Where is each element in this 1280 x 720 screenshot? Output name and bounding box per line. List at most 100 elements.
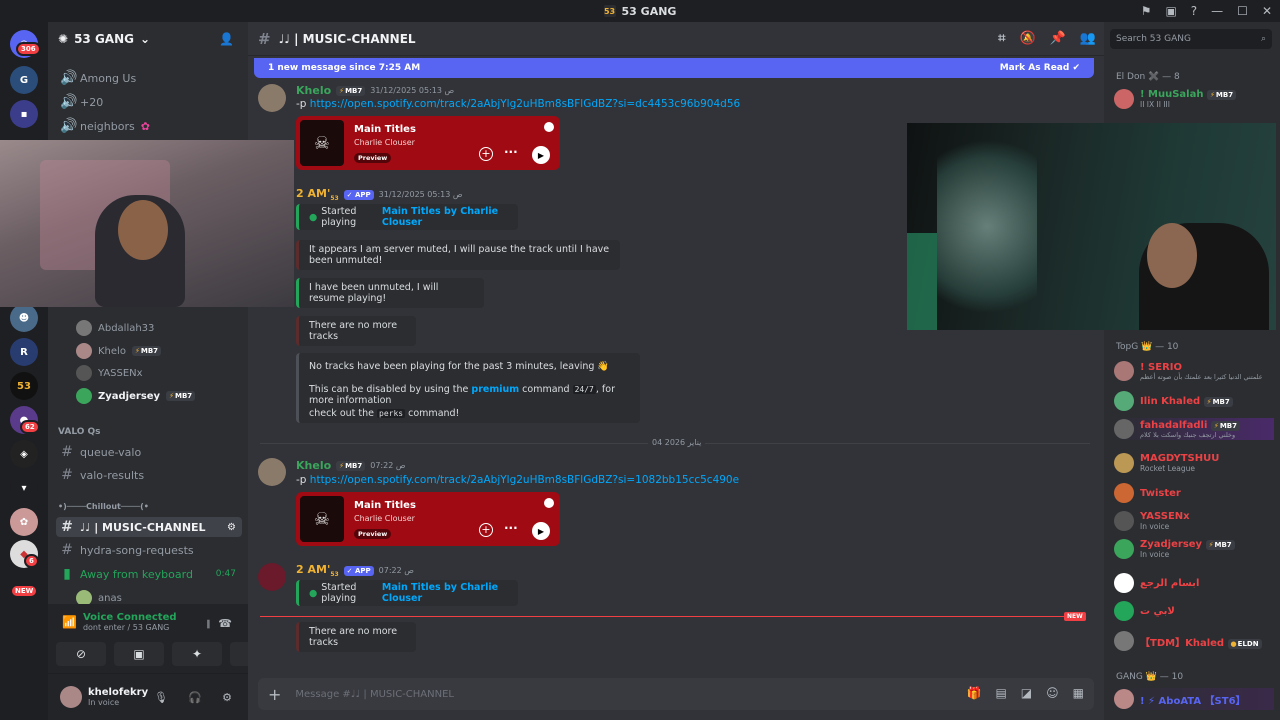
message-composer[interactable]: + Message #♩♩ | MUSIC-CHANNEL 🎁 ▤ ◪ ☺ ▦ <box>258 678 1094 710</box>
camera-button[interactable]: ⊘ <box>56 642 106 666</box>
maximize-icon[interactable]: ☐ <box>1237 4 1248 18</box>
voice-channel-among-us[interactable]: 🔊 Among Us <box>56 68 242 88</box>
embed-text: I have been unmuted, I will resume playi… <box>309 282 439 304</box>
attach-plus-icon[interactable]: + <box>268 685 281 704</box>
server-icon-character[interactable]: ☻ <box>10 304 38 332</box>
channel-valo-results[interactable]: # valo-results <box>56 465 242 485</box>
play-icon[interactable]: ▶ <box>532 146 550 164</box>
message-timestamp: 07:22 ص <box>378 566 414 576</box>
server-icon-bat[interactable]: ▾ <box>10 474 38 502</box>
voice-channel-neighbors[interactable]: 🔊 neighbors ✿ <box>56 116 242 136</box>
new-messages-bar[interactable]: 1 new message since 7:25 AM Mark As Read… <box>254 58 1094 78</box>
add-icon[interactable]: + <box>479 147 493 161</box>
spotify-url[interactable]: https://open.spotify.com/track/2aAbjYlg2… <box>310 98 740 110</box>
headphones-icon[interactable]: 🎧 <box>188 691 202 704</box>
message-avatar[interactable] <box>258 458 286 486</box>
category-valo[interactable]: VALO Qs <box>58 427 101 437</box>
message-author[interactable]: Khelo <box>296 459 331 472</box>
add-icon[interactable]: + <box>479 523 493 537</box>
premium-link[interactable]: premium <box>471 384 519 395</box>
emoji-icon[interactable]: ☺ <box>1046 686 1059 700</box>
avatar <box>76 343 92 359</box>
track-artist[interactable]: Charlie Clouser <box>354 514 415 523</box>
channel-music-channel[interactable]: # ♩♩ | MUSIC-CHANNEL ⚙ <box>56 517 242 537</box>
gift-icon[interactable]: 🎁 <box>967 686 982 700</box>
server-header[interactable]: ✺ 53 GANG ⌄ 👤 <box>48 22 248 56</box>
message-link[interactable]: -p https://open.spotify.com/track/2aAbjY… <box>296 98 740 110</box>
minimize-icon[interactable]: — <box>1211 4 1223 18</box>
screen-share-button[interactable]: ▣ <box>114 642 164 666</box>
activities-button[interactable]: ✦ <box>172 642 222 666</box>
channel-queue-valo[interactable]: # queue-valo <box>56 442 242 462</box>
noise-suppression-icon[interactable]: 𝄃 <box>208 618 210 632</box>
settings-icon[interactable]: ⚙ <box>227 522 236 533</box>
member-arabic-1[interactable]: ابسام الرجع <box>1114 572 1274 594</box>
disconnect-icon[interactable]: ☎ <box>218 617 232 630</box>
inbox-icon[interactable]: ⚑ <box>1141 4 1152 18</box>
threads-icon[interactable]: ⌗ <box>998 31 1005 46</box>
message-author[interactable]: 2 AM'53 <box>296 563 339 578</box>
invite-icon[interactable]: 👤 <box>219 32 234 46</box>
category-chillout[interactable]: •)────Chillout────(• <box>58 502 149 511</box>
message-avatar[interactable] <box>258 84 286 112</box>
voice-channel-plus20[interactable]: 🔊 +20 <box>56 92 242 112</box>
embed-track-link[interactable]: Main Titles by Charlie Clouser <box>382 206 508 228</box>
webcam-overlay-right <box>907 123 1276 330</box>
user-avatar[interactable] <box>60 686 82 708</box>
mark-as-read-button[interactable]: Mark As Read ✔ <box>1000 63 1080 73</box>
close-icon[interactable]: ✕ <box>1262 4 1272 18</box>
member-avatar <box>1114 631 1134 651</box>
member-avatar <box>1114 511 1134 531</box>
member-ilin-khaled[interactable]: Ilin Khaled ⚡ MB7 <box>1114 390 1274 412</box>
app-badge: ✓ APP <box>343 189 374 200</box>
member-serio[interactable]: ! SERIO علمتني الدنيا كثيرا بعد علمتك بأن… <box>1114 360 1274 382</box>
voice-user-khelo[interactable]: Khelo ⚡ MB7 <box>76 341 162 361</box>
member-aboata[interactable]: ! ⚡ AboATA 【ST6】 <box>1114 688 1274 710</box>
member-list-icon[interactable]: 👥 <box>1080 31 1096 46</box>
server-icon-g[interactable]: G <box>10 66 38 94</box>
member-muusalah[interactable]: ! MuuSalah ⚡ MB7 II IX II III <box>1114 88 1274 110</box>
gif-icon[interactable]: ▤ <box>995 686 1006 700</box>
server-icon-anime[interactable]: ✿ <box>10 508 38 536</box>
notification-bell-icon[interactable]: 🔕 <box>1019 31 1035 46</box>
track-title[interactable]: Main Titles <box>354 124 416 135</box>
more-icon[interactable]: ··· <box>504 521 518 535</box>
apps-icon[interactable]: ▦ <box>1073 686 1084 700</box>
member-twister[interactable]: Twister <box>1114 482 1274 504</box>
server-icon-rm[interactable]: R <box>10 338 38 366</box>
window-title: 53 53 GANG <box>603 5 676 18</box>
member-magdytshuu[interactable]: MAGDYTSHUU Rocket League <box>1114 452 1274 474</box>
play-icon[interactable]: ▶ <box>532 522 550 540</box>
voice-user-abdallah[interactable]: Abdallah33 <box>76 318 154 338</box>
server-icon-dark[interactable]: ◈ <box>10 440 38 468</box>
embed-track-link[interactable]: Main Titles by Charlie Clouser <box>382 582 508 604</box>
search-icon: ⌕ <box>1260 34 1266 44</box>
member-fahadalfadli[interactable]: fahadalfadli ⚡ MB7 وخلني ارتجف جنبك واسكت … <box>1114 418 1274 440</box>
member-arabic-2[interactable]: لابي ت <box>1114 600 1274 622</box>
composer-placeholder[interactable]: Message #♩♩ | MUSIC-CHANNEL <box>295 689 454 700</box>
channel-hydra-song-requests[interactable]: # hydra-song-requests <box>56 540 242 560</box>
voice-user-yassenx[interactable]: YASSENx <box>76 363 143 383</box>
microphone-icon[interactable]: 🎙 <box>154 691 168 704</box>
track-title[interactable]: Main Titles <box>354 500 416 511</box>
pin-icon[interactable]: 📌 <box>1050 31 1066 46</box>
help-icon[interactable]: ? <box>1191 4 1197 18</box>
member-tdm-khaled[interactable]: 【TDM】Khaled ● ELDN <box>1114 630 1274 652</box>
screen-share-icon[interactable]: ▣ <box>1165 4 1176 18</box>
search-input[interactable]: Search 53 GANG ⌕ <box>1110 29 1272 49</box>
message-avatar[interactable] <box>258 563 286 591</box>
sticker-icon[interactable]: ◪ <box>1021 686 1032 700</box>
member-yassenx[interactable]: YASSENx In voice <box>1114 510 1274 532</box>
voice-user-zyadjersey[interactable]: Zyadjersey ⚡ MB7 <box>76 386 196 406</box>
server-icon-blue[interactable]: ▪ <box>10 100 38 128</box>
track-artist[interactable]: Charlie Clouser <box>354 138 415 147</box>
user-settings-icon[interactable]: ⚙ <box>222 691 232 704</box>
more-icon[interactable]: ··· <box>504 145 518 159</box>
voice-channel-afk[interactable]: ▮ Away from keyboard 0:47 <box>56 564 242 584</box>
server-icon-53[interactable]: 53 <box>10 372 38 400</box>
message-author[interactable]: Khelo <box>296 84 331 97</box>
message-link[interactable]: -p https://open.spotify.com/track/2aAbjY… <box>296 474 739 486</box>
message-author[interactable]: 2 AM'53 <box>296 187 339 202</box>
spotify-url[interactable]: https://open.spotify.com/track/2aAbjYlg2… <box>310 474 739 486</box>
member-zyadjersey[interactable]: Zyadjersey ⚡ MB7 In voice <box>1114 538 1274 560</box>
